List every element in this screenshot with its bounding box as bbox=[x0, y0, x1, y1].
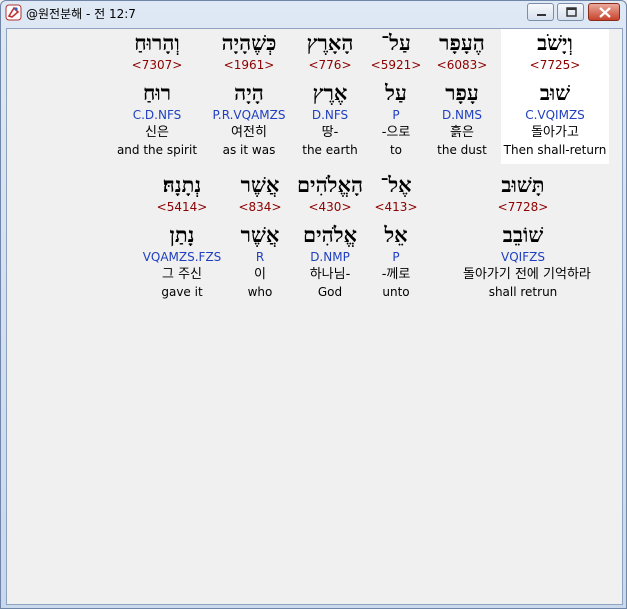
strong-number: <7728> bbox=[497, 200, 549, 214]
korean-gloss: 그 주신 bbox=[161, 267, 202, 282]
minimize-icon bbox=[537, 14, 546, 16]
app-logo-icon bbox=[5, 4, 22, 21]
close-icon bbox=[599, 7, 611, 18]
strong-number: <5414> bbox=[156, 200, 208, 214]
word-column[interactable]: וְהָרוּחַ <7307> רוּחַ C.D.NFS 신은 and the spi… bbox=[97, 29, 217, 158]
window-title: @원전분해 - 전 12:7 bbox=[26, 7, 136, 21]
hebrew-word: נְתָנָהּ׃ bbox=[162, 172, 202, 197]
maximize-icon bbox=[566, 7, 577, 17]
korean-gloss: 돌아가기 전에 기억하라 bbox=[463, 267, 591, 282]
minimize-button[interactable] bbox=[527, 3, 554, 21]
strong-number: <7307> bbox=[131, 58, 183, 72]
english-gloss: gave it bbox=[161, 285, 203, 299]
parsing-code: C.D.NFS bbox=[132, 108, 182, 122]
word-column[interactable]: תָּשׁוּב <7728> שׁוֹבֵב VQIFZS 돌아가기 전에 기억하라 s… bbox=[463, 171, 591, 300]
analysis-panel: וְיָשֹׁב <7725> שׁוּב C.VQIMZS 돌아가고 Then shal… bbox=[6, 28, 623, 605]
english-gloss: shall retrun bbox=[488, 285, 558, 299]
root-word: רוּחַ bbox=[142, 80, 172, 105]
parsing-code: VQIFZS bbox=[501, 250, 545, 264]
root-word: שׁוֹבֵב bbox=[502, 222, 544, 247]
root-word: נָתַן bbox=[169, 222, 195, 247]
parsing-code: VQAMZS.FZS bbox=[142, 250, 222, 264]
korean-gloss: 신은 bbox=[145, 125, 169, 140]
english-gloss: and the spirit bbox=[116, 143, 198, 157]
close-button[interactable] bbox=[588, 3, 620, 21]
hebrew-word: תָּשׁוּב bbox=[501, 172, 545, 197]
app-window: @원전분해 - 전 12:7 וְיָשֹׁב <7725> שׁוּב C.VQIM… bbox=[0, 0, 627, 609]
title-bar[interactable]: @원전분해 - 전 12:7 bbox=[1, 1, 626, 25]
word-column[interactable]: נְתָנָהּ׃ <5414> נָתַן VQAMZS.FZS 그 주신 gave i… bbox=[122, 171, 242, 300]
hebrew-word: וְהָרוּחַ bbox=[134, 30, 180, 55]
maximize-button[interactable] bbox=[557, 3, 584, 21]
